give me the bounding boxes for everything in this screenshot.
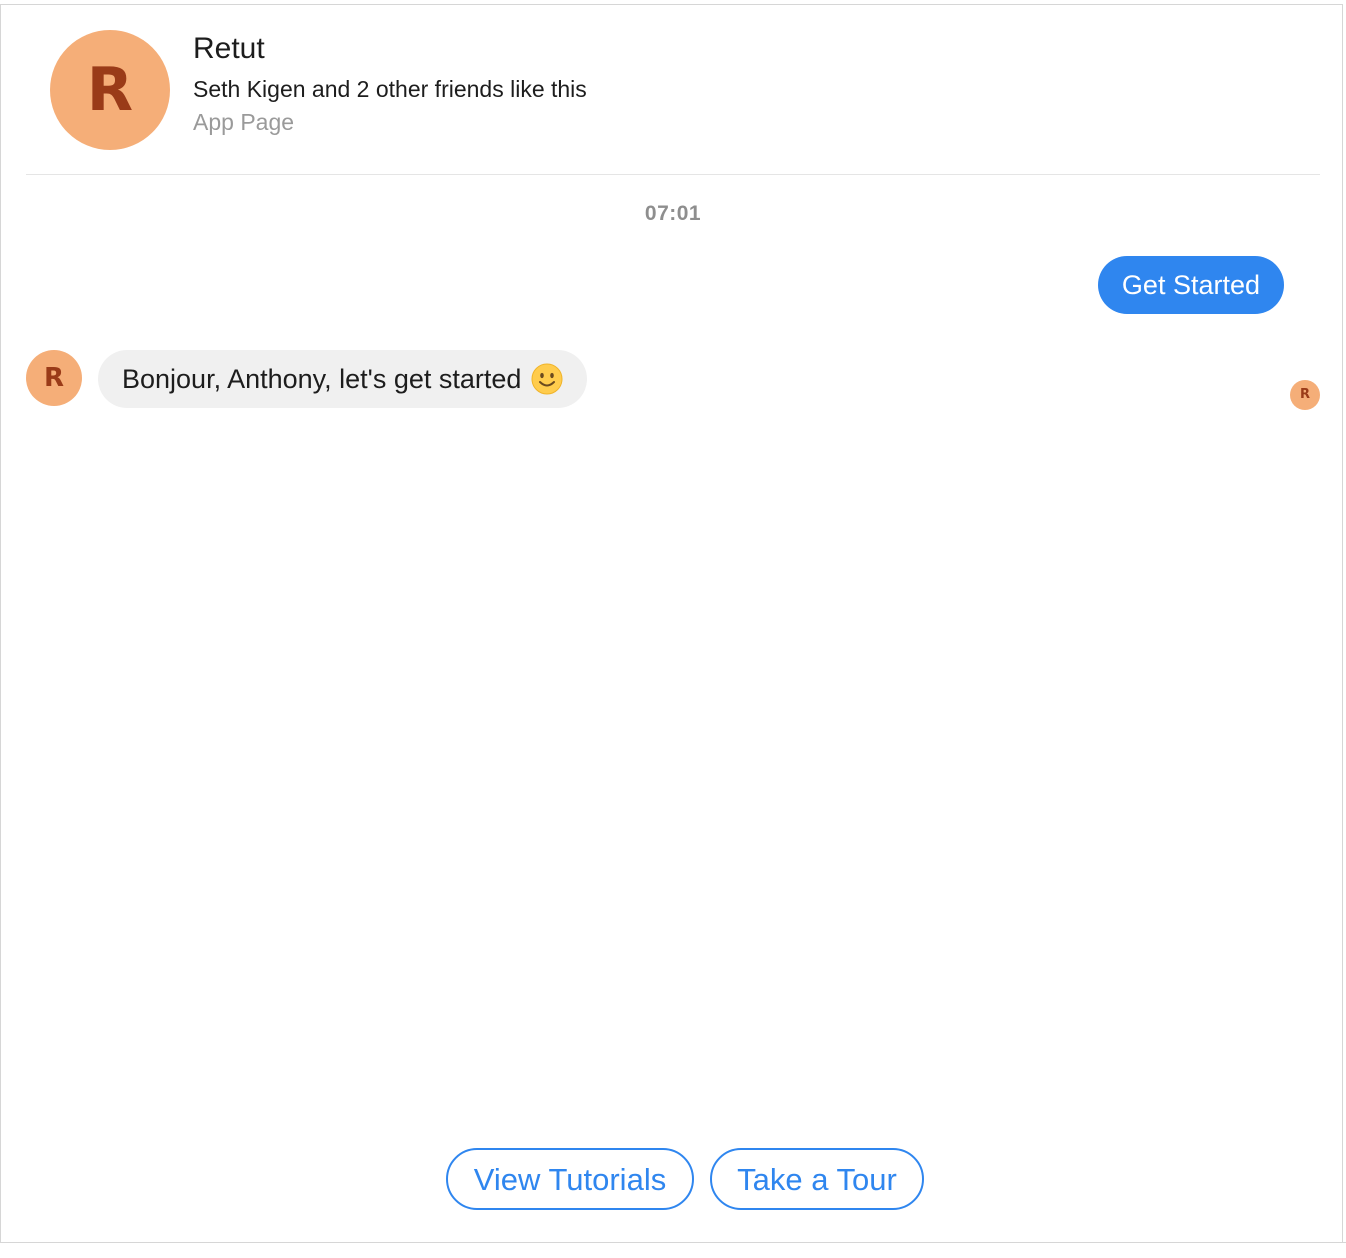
sender-avatar[interactable]: R xyxy=(26,350,82,406)
page-header: R Retut Seth Kigen and 2 other friends l… xyxy=(26,4,1320,175)
read-receipt-avatar: R xyxy=(1290,380,1320,410)
take-a-tour-button[interactable]: Take a Tour xyxy=(710,1148,924,1210)
page-avatar[interactable]: R xyxy=(50,30,170,150)
outgoing-message-bubble[interactable]: Get Started xyxy=(1097,256,1284,314)
page-category: App Page xyxy=(193,109,295,135)
messenger-window xyxy=(0,4,1343,1242)
page-likes-text: Seth Kigen and 2 other friends like this xyxy=(193,76,587,102)
message-timestamp: 07:01 xyxy=(644,202,702,225)
view-tutorials-button[interactable]: View Tutorials xyxy=(446,1148,694,1210)
composer-divider xyxy=(0,1242,1346,1243)
quick-replies-bar: View Tutorials Take a Tour xyxy=(0,1148,1346,1210)
incoming-message-text: Bonjour, Anthony, let's get started xyxy=(122,364,522,394)
smiley-face-icon xyxy=(531,363,563,395)
page-title[interactable]: Retut xyxy=(193,32,265,66)
incoming-message-bubble[interactable]: Bonjour, Anthony, let's get started xyxy=(98,350,588,408)
